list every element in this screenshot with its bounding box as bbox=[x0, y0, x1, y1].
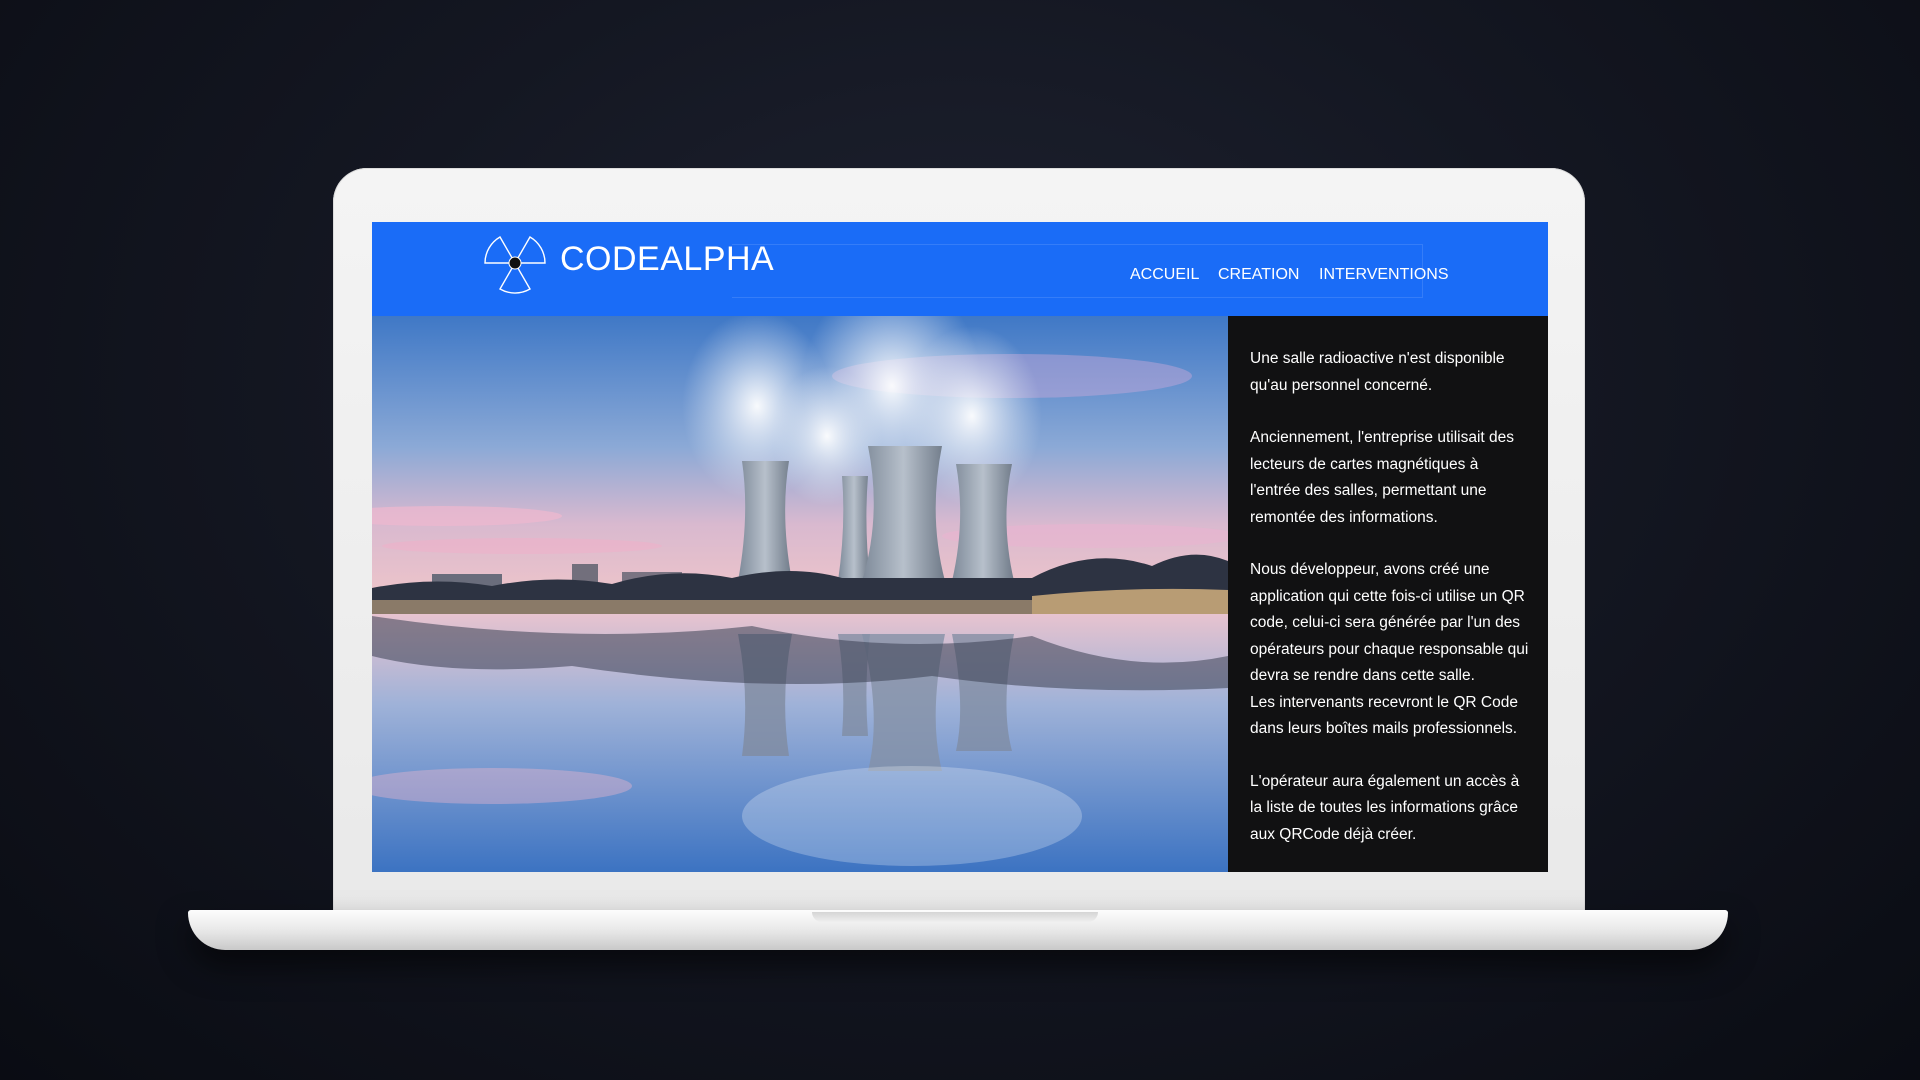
laptop-notch bbox=[812, 912, 1098, 922]
description-paragraph: Les intervenants recevront le QR Code da… bbox=[1250, 693, 1518, 738]
navbar: CODEALPHA ACCUEIL CREATION INTERVENTIONS bbox=[372, 222, 1548, 316]
description-panel: Une salle radioactive n'est disponible q… bbox=[1228, 316, 1548, 872]
nav-creation[interactable]: CREATION bbox=[1218, 266, 1299, 284]
radiation-icon[interactable] bbox=[480, 228, 550, 298]
nav-accueil[interactable]: ACCUEIL bbox=[1130, 266, 1199, 284]
nav-interventions[interactable]: INTERVENTIONS bbox=[1319, 266, 1449, 284]
hero-image bbox=[372, 316, 1228, 872]
description-paragraph: L'opérateur aura également un accès à la… bbox=[1250, 772, 1520, 843]
description-paragraph: Une salle radioactive n'est disponible q… bbox=[1250, 350, 1505, 394]
description-paragraph: Anciennement, l'entreprise utilisait des… bbox=[1250, 429, 1515, 526]
laptop-screen: CODEALPHA ACCUEIL CREATION INTERVENTIONS bbox=[372, 222, 1548, 872]
description-paragraph: Nous développeur, avons créé une applica… bbox=[1250, 561, 1529, 684]
